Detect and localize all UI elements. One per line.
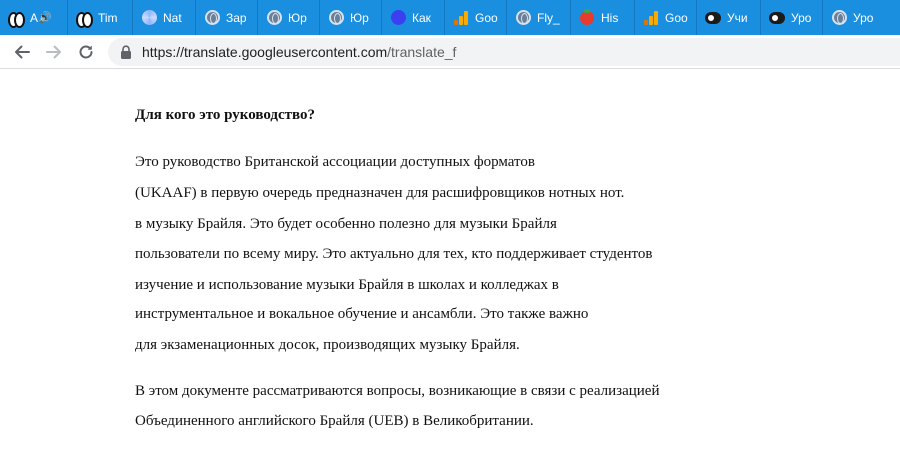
browser-toolbar: https://translate.googleusercontent.com/…	[0, 35, 900, 69]
tab-title: Tim	[98, 10, 118, 25]
url-path: /translate_f	[387, 44, 457, 60]
dark-pill-icon	[705, 10, 721, 26]
tab-13[interactable]: Уро	[823, 0, 900, 35]
url-text[interactable]: https://translate.googleusercontent.com/…	[142, 44, 456, 60]
globe-icon	[328, 10, 344, 26]
tab-strip: ABC 🔊 Tim Nat Зар Юр Юр Как Goo Fly_ His	[0, 0, 900, 35]
tab-title: Fly_	[537, 10, 560, 25]
nat-icon	[141, 10, 157, 26]
paragraph-line: пользователи по всему миру. Это актуальн…	[135, 246, 653, 262]
paragraph-line: изучение и использование музыки Брайля в…	[135, 277, 559, 293]
blue-circle-icon	[390, 10, 406, 26]
analytics-icon	[643, 10, 659, 26]
tab-title: ABC	[30, 10, 38, 25]
tab-5[interactable]: Юр	[320, 0, 382, 35]
abc-news-icon	[76, 10, 93, 28]
tab-title: Учи	[727, 10, 748, 25]
tab-11[interactable]: Учи	[697, 0, 761, 35]
tab-title: Goo	[475, 10, 498, 25]
tab-title: Nat	[163, 10, 182, 25]
tomato-icon	[579, 8, 595, 26]
back-button[interactable]	[11, 41, 33, 63]
arrow-right-icon	[46, 45, 61, 58]
tab-10[interactable]: Goo	[635, 0, 697, 35]
tab-1[interactable]: Tim	[68, 0, 133, 35]
tab-title: Уро	[853, 10, 874, 25]
abc-news-icon	[8, 10, 25, 28]
paragraph-line: Объединенного английского Брайля (UEB) в…	[135, 413, 534, 429]
paragraph-line: (UKAAF) в первую очередь предназначен дл…	[135, 185, 625, 201]
tab-title: His	[601, 10, 619, 25]
analytics-icon	[453, 10, 469, 26]
paragraph-line: Это руководство Британской ассоциации до…	[135, 154, 535, 170]
speaker-icon[interactable]: 🔊	[38, 11, 52, 24]
tab-title: Как	[412, 10, 431, 25]
tab-2[interactable]: Nat	[133, 0, 196, 35]
reload-icon	[79, 45, 93, 58]
paragraph-line: В этом документе рассматриваются вопросы…	[135, 383, 660, 399]
forward-button[interactable]	[43, 41, 65, 63]
tab-0[interactable]: ABC 🔊	[0, 0, 68, 35]
tab-title: Goo	[665, 10, 688, 25]
globe-icon	[831, 10, 847, 26]
address-bar[interactable]: https://translate.googleusercontent.com/…	[108, 38, 900, 66]
tab-12[interactable]: Уро	[761, 0, 823, 35]
tab-9[interactable]: His	[571, 0, 635, 35]
tab-title: Зар	[226, 10, 247, 25]
tab-4[interactable]: Юр	[258, 0, 320, 35]
paragraph-line: для экзаменационных досок, производящих …	[135, 337, 520, 353]
arrow-left-icon	[15, 45, 30, 58]
reload-button[interactable]	[75, 41, 97, 63]
tab-title: Юр	[288, 10, 307, 25]
tab-title: Юр	[350, 10, 369, 25]
tab-6[interactable]: Как	[382, 0, 445, 35]
tab-8[interactable]: Fly_	[507, 0, 571, 35]
lock-icon[interactable]	[120, 45, 132, 59]
url-host: https://translate.googleusercontent.com	[142, 44, 388, 60]
globe-icon	[515, 10, 531, 26]
tab-7[interactable]: Goo	[445, 0, 507, 35]
section-heading: Для кого это руководство?	[135, 107, 316, 123]
paragraph-line: в музыку Брайля. Это будет особенно поле…	[135, 216, 557, 232]
dark-pill-icon	[769, 10, 785, 26]
tab-3[interactable]: Зар	[196, 0, 258, 35]
tab-title: Уро	[791, 10, 812, 25]
globe-icon	[204, 10, 220, 26]
globe-icon	[266, 10, 282, 26]
paragraph-line: инструментальное и вокальное обучение и …	[135, 306, 589, 322]
